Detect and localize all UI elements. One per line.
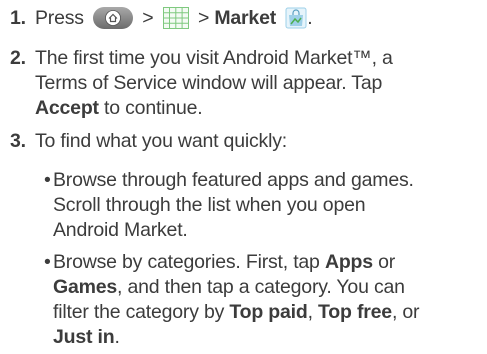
apps-label: Apps bbox=[324, 251, 373, 273]
text-line: The first time you visit Android Market™… bbox=[35, 47, 393, 69]
text-line: Just in. bbox=[53, 325, 484, 350]
text-run: . bbox=[114, 326, 120, 348]
text-run: or bbox=[378, 251, 396, 273]
bullet-dot: • bbox=[44, 169, 51, 191]
accept-label: Accept bbox=[35, 97, 99, 119]
just-in-label: Just in bbox=[53, 326, 115, 348]
market-label: Market bbox=[214, 7, 277, 29]
text-run: , bbox=[307, 301, 313, 323]
top-free-label: Top free bbox=[318, 301, 392, 323]
step-number: 2. bbox=[10, 47, 26, 69]
top-paid-label: Top paid bbox=[229, 301, 308, 323]
text-line: filter the category by Top paid, Top fre… bbox=[53, 300, 484, 325]
all-apps-icon bbox=[162, 7, 189, 29]
text-line: Accept to continue. bbox=[35, 96, 482, 121]
bullet-item: • Browse through featured apps and games… bbox=[44, 168, 484, 243]
instructions-page: 1. Press > > Market . 2. The first time … bbox=[0, 0, 487, 354]
text-run: Browse by categories. First, tap bbox=[53, 251, 320, 273]
text-line: Android Market. bbox=[53, 219, 188, 241]
step-text-press: Press bbox=[35, 7, 84, 29]
step-text: To find what you want quickly: bbox=[35, 130, 287, 152]
games-label: Games bbox=[53, 276, 118, 298]
period: . bbox=[307, 7, 313, 29]
text-line: Browse through featured apps and games. bbox=[53, 169, 414, 191]
bullet-item: • Browse by categories. First, tap Apps … bbox=[44, 250, 484, 350]
text-line-end: to continue. bbox=[104, 97, 203, 119]
step-2: 2. The first time you visit Android Mark… bbox=[10, 46, 482, 121]
bullet-dot: • bbox=[44, 251, 51, 273]
step-1: 1. Press > > Market . bbox=[10, 6, 482, 31]
market-icon bbox=[285, 7, 307, 29]
step-number: 1. bbox=[10, 7, 26, 29]
text-run: filter the category by bbox=[53, 301, 225, 323]
step-text: Press > > Market . bbox=[35, 6, 482, 31]
text-line: Browse by categories. First, tap Apps or bbox=[53, 250, 484, 275]
step-3: 3. To find what you want quickly: bbox=[10, 129, 482, 154]
text-run: , and then tap a category. You can bbox=[117, 276, 405, 298]
step-number: 3. bbox=[10, 130, 26, 152]
text-line: Scroll through the list when you open bbox=[53, 194, 366, 216]
bullet-text: Browse through featured apps and games. … bbox=[53, 168, 484, 243]
home-icon bbox=[93, 7, 134, 29]
separator: > bbox=[142, 7, 154, 29]
text-run: , or bbox=[391, 301, 420, 323]
bullet-text: Browse by categories. First, tap Apps or… bbox=[53, 250, 484, 350]
text-line: Games, and then tap a category. You can bbox=[53, 275, 484, 300]
step-text: The first time you visit Android Market™… bbox=[35, 46, 482, 121]
text-line: Terms of Service window will appear. Tap bbox=[35, 72, 383, 94]
separator: > bbox=[197, 7, 210, 29]
